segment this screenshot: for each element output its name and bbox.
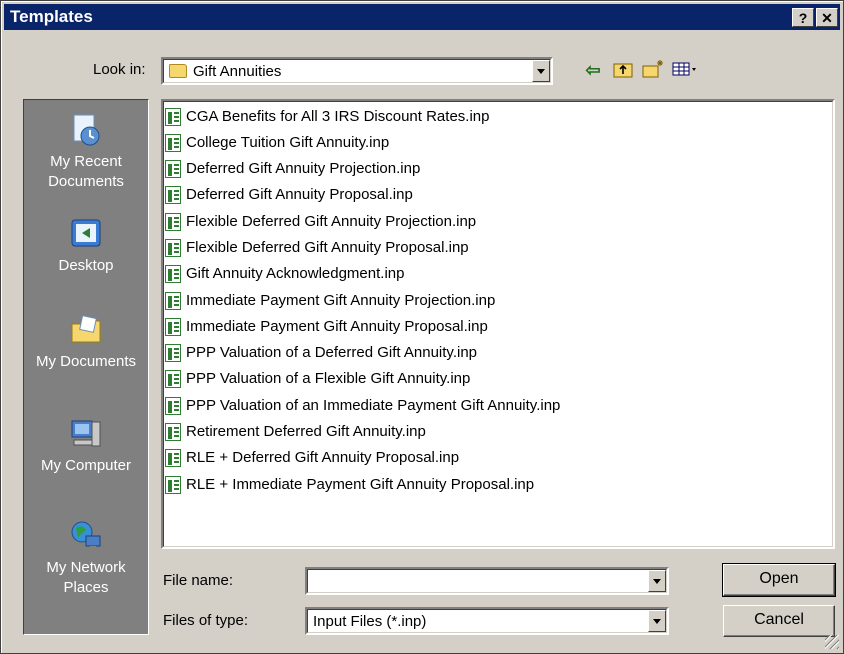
place-my-computer[interactable]: My Computer — [24, 416, 148, 476]
look-in-combo[interactable]: Gift Annuities — [161, 57, 553, 85]
template-file-icon — [165, 265, 181, 284]
file-item[interactable]: Flexible Deferred Gift Annuity Proposal.… — [165, 236, 469, 260]
file-name: PPP Valuation of an Immediate Payment Gi… — [186, 397, 561, 414]
template-file-icon — [165, 292, 181, 311]
file-name-combo[interactable] — [305, 567, 669, 595]
file-item[interactable]: Flexible Deferred Gift Annuity Projectio… — [165, 210, 476, 234]
place-label: Desktop — [58, 257, 114, 274]
folder-icon — [169, 64, 187, 78]
file-type-value: Input Files (*.inp) — [313, 613, 427, 630]
file-type-combo[interactable]: Input Files (*.inp) — [305, 607, 669, 635]
place-label: My Recent Documents — [48, 153, 124, 190]
file-item[interactable]: College Tuition Gift Annuity.inp — [165, 131, 389, 155]
file-item[interactable]: RLE + Deferred Gift Annuity Proposal.inp — [165, 446, 459, 470]
template-file-icon — [165, 108, 181, 127]
template-file-icon — [165, 186, 181, 205]
file-item[interactable]: PPP Valuation of a Flexible Gift Annuity… — [165, 367, 470, 391]
look-in-label: Look in: — [93, 61, 146, 78]
new-folder-icon[interactable] — [641, 59, 665, 81]
file-item[interactable]: Gift Annuity Acknowledgment.inp — [165, 262, 404, 286]
template-file-icon — [165, 239, 181, 258]
file-name: Immediate Payment Gift Annuity Projectio… — [186, 292, 496, 309]
resize-grip[interactable] — [825, 635, 839, 649]
place-label: My Network Places — [46, 559, 126, 596]
look-in-value: Gift Annuities — [193, 63, 282, 80]
file-name: CGA Benefits for All 3 IRS Discount Rate… — [186, 108, 490, 125]
close-button[interactable]: ✕ — [816, 8, 838, 27]
network-places-icon — [71, 521, 101, 549]
file-name: Deferred Gift Annuity Projection.inp — [186, 160, 421, 177]
file-name: PPP Valuation of a Deferred Gift Annuity… — [186, 344, 478, 361]
file-name: Immediate Payment Gift Annuity Proposal.… — [186, 318, 488, 335]
file-type-dropdown-arrow[interactable] — [648, 610, 666, 632]
template-file-icon — [165, 476, 181, 495]
place-recent-documents[interactable]: My Recent Documents — [24, 112, 148, 192]
place-desktop[interactable]: Desktop — [24, 216, 148, 276]
template-file-icon — [165, 423, 181, 442]
file-name: Deferred Gift Annuity Proposal.inp — [186, 186, 413, 203]
up-folder-icon[interactable] — [611, 59, 635, 81]
look-in-dropdown-arrow[interactable] — [532, 60, 550, 82]
file-name: RLE + Deferred Gift Annuity Proposal.inp — [186, 449, 460, 466]
help-button[interactable]: ? — [792, 8, 814, 27]
place-label: My Documents — [35, 353, 137, 370]
file-name: Flexible Deferred Gift Annuity Projectio… — [186, 213, 477, 230]
file-name: Flexible Deferred Gift Annuity Proposal.… — [186, 239, 469, 256]
template-file-icon — [165, 449, 181, 468]
file-item[interactable]: Retirement Deferred Gift Annuity.inp — [165, 420, 426, 444]
file-name: Retirement Deferred Gift Annuity.inp — [186, 423, 426, 440]
back-arrow-icon[interactable]: ⇦ — [581, 59, 605, 81]
desktop-icon — [71, 219, 101, 247]
file-item[interactable]: PPP Valuation of an Immediate Payment Gi… — [165, 394, 560, 418]
template-file-icon — [165, 344, 181, 363]
file-list[interactable]: CGA Benefits for All 3 IRS Discount Rate… — [161, 99, 835, 549]
place-my-documents[interactable]: My Documents — [24, 312, 148, 372]
file-name: RLE + Immediate Payment Gift Annuity Pro… — [186, 476, 535, 493]
template-file-icon — [165, 160, 181, 179]
templates-dialog: Templates ? ✕ Look in: Gift Annuities ⇦ … — [0, 0, 844, 654]
template-file-icon — [165, 318, 181, 337]
template-file-icon — [165, 370, 181, 389]
file-item[interactable]: Immediate Payment Gift Annuity Projectio… — [165, 289, 495, 313]
template-file-icon — [165, 397, 181, 416]
cancel-button[interactable]: Cancel — [723, 605, 835, 637]
file-item[interactable]: RLE + Immediate Payment Gift Annuity Pro… — [165, 473, 534, 497]
view-menu-icon[interactable] — [671, 59, 696, 81]
window-title: Templates — [10, 7, 93, 26]
file-name: Gift Annuity Acknowledgment.inp — [186, 265, 405, 282]
file-name-dropdown-arrow[interactable] — [648, 570, 666, 592]
file-item[interactable]: Immediate Payment Gift Annuity Proposal.… — [165, 315, 488, 339]
open-button[interactable]: Open — [722, 563, 836, 597]
place-label: My Computer — [40, 457, 132, 474]
file-item[interactable]: PPP Valuation of a Deferred Gift Annuity… — [165, 341, 477, 365]
file-name: PPP Valuation of a Flexible Gift Annuity… — [186, 370, 471, 387]
places-bar: My Recent Documents Desktop My Documents… — [23, 99, 149, 635]
my-documents-icon — [71, 315, 101, 343]
template-file-icon — [165, 213, 181, 232]
recent-documents-icon — [73, 114, 100, 146]
file-name-label: File name: — [163, 572, 234, 589]
my-computer-icon — [71, 420, 101, 447]
file-item[interactable]: CGA Benefits for All 3 IRS Discount Rate… — [165, 105, 489, 129]
file-item[interactable]: Deferred Gift Annuity Projection.inp — [165, 157, 420, 181]
title-bar[interactable]: Templates ? ✕ — [4, 4, 840, 30]
place-network[interactable]: My Network Places — [24, 518, 148, 598]
file-type-label: Files of type: — [163, 612, 249, 629]
file-item[interactable]: Deferred Gift Annuity Proposal.inp — [165, 183, 413, 207]
template-file-icon — [165, 134, 181, 153]
file-name: College Tuition Gift Annuity.inp — [186, 134, 390, 151]
